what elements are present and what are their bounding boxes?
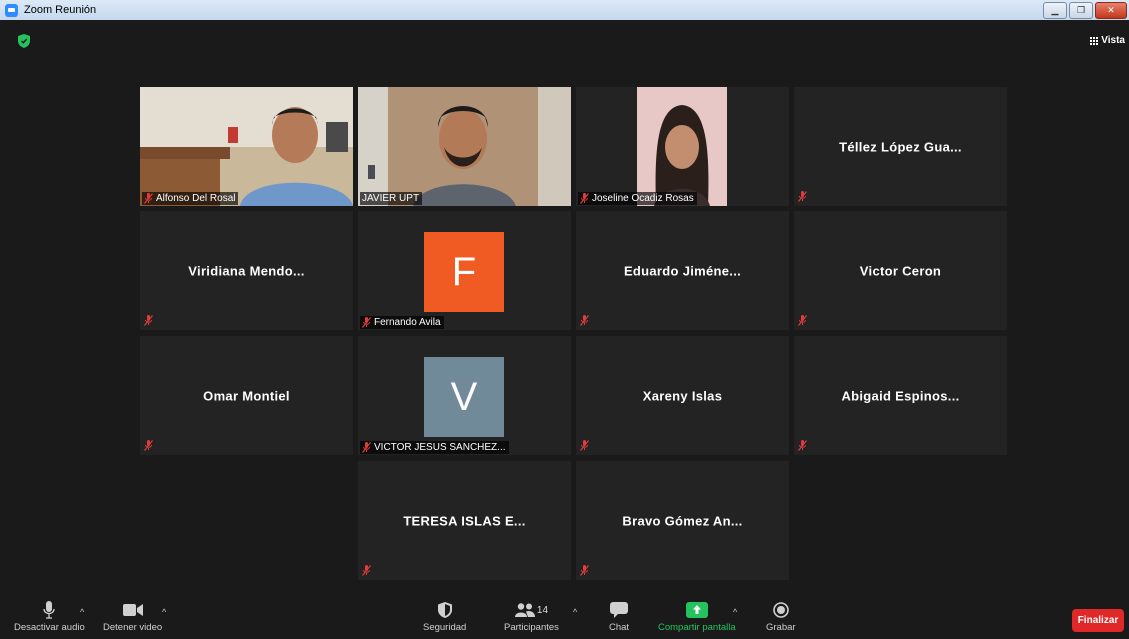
participant-name: Omar Montiel xyxy=(203,388,290,403)
chat-bubble-icon xyxy=(610,602,629,618)
participant-tile[interactable]: Joseline Ocadiz Rosas xyxy=(576,87,789,206)
minimize-button[interactable]: ▁ xyxy=(1043,2,1067,19)
participant-avatar: V xyxy=(424,357,504,437)
participant-name: Abigaid Espinos... xyxy=(841,388,960,403)
grid-view-icon xyxy=(1090,36,1099,45)
video-camera-icon xyxy=(122,604,143,616)
window-titlebar: Zoom Reunión ▁ ❐ ✕ xyxy=(0,0,1129,20)
participant-tile[interactable]: Bravo Gómez An... xyxy=(576,461,789,580)
mute-audio-button[interactable]: Desactivar audio xyxy=(14,598,85,633)
audio-options-chevron-up-icon[interactable]: ^ xyxy=(80,607,84,617)
zoom-app-icon xyxy=(5,3,18,17)
participant-tile[interactable]: Viridiana Mendo... xyxy=(140,211,353,330)
muted-microphone-icon xyxy=(798,315,807,326)
participant-tile[interactable]: Victor Ceron xyxy=(794,211,1007,330)
muted-microphone-icon xyxy=(580,565,589,576)
participant-video xyxy=(358,87,571,206)
participant-video xyxy=(576,87,789,206)
participant-tile[interactable]: Omar Montiel xyxy=(140,336,353,455)
participant-name-label: VICTOR JESUS SANCHEZ... xyxy=(360,441,509,454)
participant-name: Téllez López Gua... xyxy=(839,139,962,154)
participants-options-chevron-up-icon[interactable]: ^ xyxy=(573,607,577,617)
maximize-button[interactable]: ❐ xyxy=(1069,2,1093,19)
participant-tile[interactable]: F Fernando Avila xyxy=(358,211,571,330)
participants-icon xyxy=(514,603,535,617)
security-shield-icon xyxy=(437,602,452,618)
record-button[interactable]: Grabar xyxy=(766,598,796,633)
participant-tile[interactable]: V VICTOR JESUS SANCHEZ... xyxy=(358,336,571,455)
view-button-label: Vista xyxy=(1101,35,1125,46)
meeting-toolbar: Desactivar audio ^ Detener video ^ Segur… xyxy=(0,598,1129,639)
muted-microphone-icon xyxy=(798,191,807,202)
muted-microphone-icon xyxy=(580,440,589,451)
participant-video xyxy=(140,87,353,206)
muted-microphone-icon xyxy=(362,442,371,453)
video-options-chevron-up-icon[interactable]: ^ xyxy=(162,607,166,617)
share-screen-button[interactable]: Compartir pantalla xyxy=(658,598,736,633)
participant-tile[interactable]: Alfonso Del Rosal xyxy=(140,87,353,206)
participant-tile[interactable]: Eduardo Jiméne... xyxy=(576,211,789,330)
share-screen-icon xyxy=(685,602,708,618)
participants-button[interactable]: 14 Participantes xyxy=(504,598,559,633)
encryption-shield-icon[interactable] xyxy=(18,34,30,48)
participant-name: Viridiana Mendo... xyxy=(188,263,305,278)
muted-microphone-icon xyxy=(362,317,371,328)
participant-name: Xareny Islas xyxy=(642,388,723,403)
close-button[interactable]: ✕ xyxy=(1095,2,1127,19)
muted-microphone-icon xyxy=(362,565,371,576)
participant-tile[interactable]: Téllez López Gua... xyxy=(794,87,1007,206)
participant-name: TERESA ISLAS E... xyxy=(403,513,526,528)
security-button[interactable]: Seguridad xyxy=(423,598,466,633)
stop-video-button[interactable]: Detener video xyxy=(103,598,162,633)
muted-microphone-icon xyxy=(144,193,153,204)
microphone-icon xyxy=(43,601,56,619)
muted-microphone-icon xyxy=(580,315,589,326)
participant-tile[interactable]: TERESA ISLAS E... xyxy=(358,461,571,580)
participant-avatar: F xyxy=(424,232,504,312)
muted-microphone-icon xyxy=(144,440,153,451)
participant-name: Bravo Gómez An... xyxy=(622,513,743,528)
participant-tile[interactable]: Abigaid Espinos... xyxy=(794,336,1007,455)
participant-name-label: Joseline Ocadiz Rosas xyxy=(578,192,697,205)
share-options-chevron-up-icon[interactable]: ^ xyxy=(733,607,737,617)
muted-microphone-icon xyxy=(580,193,589,204)
participant-tile[interactable]: JAVIER UPT xyxy=(358,87,571,206)
view-button[interactable]: Vista xyxy=(1090,35,1125,46)
participant-tile[interactable]: Xareny Islas xyxy=(576,336,789,455)
end-meeting-button[interactable]: Finalizar xyxy=(1072,609,1124,632)
muted-microphone-icon xyxy=(144,315,153,326)
participant-name-label: Fernando Avila xyxy=(360,316,444,329)
window-title: Zoom Reunión xyxy=(24,4,97,16)
participant-name: Victor Ceron xyxy=(859,263,942,278)
chat-button[interactable]: Chat xyxy=(609,598,629,633)
participant-name-label: JAVIER UPT xyxy=(360,192,423,205)
participant-name: Eduardo Jiméne... xyxy=(623,263,742,278)
participants-count: 14 xyxy=(536,604,549,616)
participant-name-label: Alfonso Del Rosal xyxy=(142,192,239,205)
muted-microphone-icon xyxy=(798,440,807,451)
record-icon xyxy=(772,602,789,618)
